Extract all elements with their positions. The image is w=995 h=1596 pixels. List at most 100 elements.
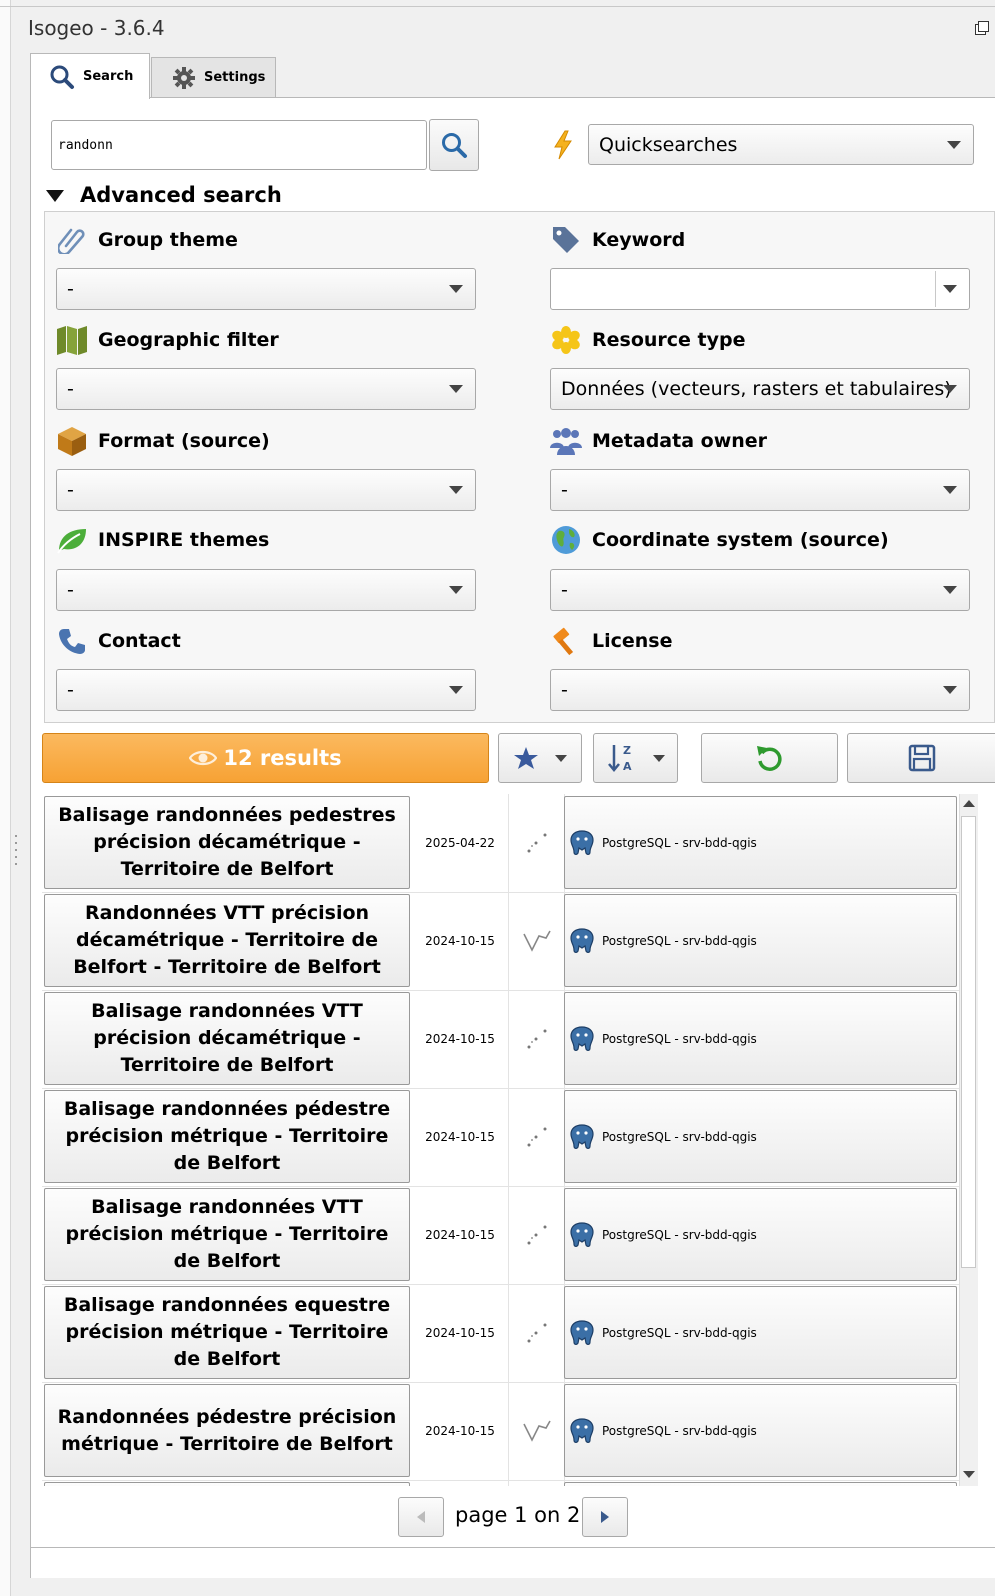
result-date: 2025-04-22 bbox=[412, 794, 509, 892]
result-date: 2024-10-15 bbox=[412, 1382, 509, 1480]
geometry-point-icon bbox=[509, 1088, 565, 1186]
svg-text:A: A bbox=[623, 760, 632, 773]
quicksearches-select[interactable]: Quicksearches bbox=[588, 124, 974, 165]
results-table: Balisage randonnées pedestres précision … bbox=[42, 794, 959, 1486]
result-source-button[interactable]: PostgreSQL - srv-bdd-qgis bbox=[564, 1188, 957, 1281]
search-input[interactable]: randonn bbox=[51, 120, 427, 170]
next-page-button[interactable] bbox=[582, 1497, 628, 1537]
advanced-search-toggle[interactable]: Advanced search bbox=[46, 183, 282, 207]
tag-icon bbox=[550, 224, 582, 256]
save-search-button[interactable] bbox=[847, 733, 995, 783]
result-source-label: PostgreSQL - srv-bdd-qgis bbox=[602, 1325, 757, 1340]
gear-icon bbox=[172, 66, 196, 90]
geometry-point-icon bbox=[509, 990, 565, 1088]
geographic-filter-label: Geographic filter bbox=[56, 324, 279, 356]
scroll-up-icon[interactable] bbox=[963, 800, 975, 807]
result-title-button[interactable]: Balisage randonnées equestre bbox=[44, 1482, 410, 1486]
sort-button[interactable]: ZA bbox=[593, 733, 678, 783]
chevron-down-icon bbox=[449, 285, 463, 293]
contact-select[interactable]: - bbox=[56, 669, 476, 711]
result-title-button[interactable]: Balisage randonnées VTT précision décamé… bbox=[44, 992, 410, 1085]
result-title-button[interactable]: Balisage randonnées equestre précision m… bbox=[44, 1286, 410, 1379]
inspire-themes-select[interactable]: - bbox=[56, 569, 476, 611]
license-text: License bbox=[592, 630, 673, 652]
coordinate-system-select[interactable]: - bbox=[550, 569, 970, 611]
keyword-label: Keyword bbox=[550, 224, 685, 256]
result-source-button[interactable]: PostgreSQL - srv-bdd-qgis bbox=[564, 894, 957, 987]
result-source-button[interactable]: PostgreSQL - srv-bdd-qgis bbox=[564, 796, 957, 889]
postgresql-icon bbox=[567, 1416, 597, 1446]
keyword-select[interactable] bbox=[550, 268, 970, 310]
result-date: 2024-10-15 bbox=[412, 990, 509, 1088]
result-source-label: PostgreSQL - srv-bdd-qgis bbox=[602, 835, 757, 850]
result-source-button[interactable] bbox=[564, 1482, 957, 1486]
result-source-button[interactable]: PostgreSQL - srv-bdd-qgis bbox=[564, 1286, 957, 1379]
reset-icon bbox=[756, 746, 782, 771]
postgresql-icon bbox=[567, 1024, 597, 1054]
result-title-button[interactable]: Randonnées pédestre précision métrique -… bbox=[44, 1384, 410, 1477]
result-date: 2024-10-15 bbox=[412, 1284, 509, 1382]
coordinate-system-value: - bbox=[561, 579, 568, 601]
metadata-owner-select[interactable]: - bbox=[550, 469, 970, 511]
result-source-button[interactable]: PostgreSQL - srv-bdd-qgis bbox=[564, 1384, 957, 1477]
result-source-label: PostgreSQL - srv-bdd-qgis bbox=[602, 1423, 757, 1438]
keyword-text: Keyword bbox=[592, 229, 686, 251]
geometry-line-icon bbox=[509, 1382, 565, 1480]
format-text: Format (source) bbox=[98, 430, 270, 452]
table-row: Balisage randonnées VTT précision métriq… bbox=[42, 1186, 959, 1285]
geometry-point-icon bbox=[509, 794, 565, 892]
geographic-filter-select[interactable]: - bbox=[56, 368, 476, 410]
search-icon bbox=[442, 133, 467, 158]
favorites-button[interactable] bbox=[498, 733, 582, 783]
contact-text: Contact bbox=[98, 630, 181, 652]
geometry-line-icon bbox=[509, 892, 565, 990]
coordinate-system-label: Coordinate system (source) bbox=[550, 524, 889, 556]
result-date bbox=[412, 1480, 509, 1486]
format-select[interactable]: - bbox=[56, 469, 476, 511]
results-scrollbar[interactable] bbox=[959, 794, 978, 1486]
scroll-down-icon[interactable] bbox=[963, 1471, 975, 1478]
result-title-button[interactable]: Balisage randonnées pédestre précision m… bbox=[44, 1090, 410, 1183]
resource-type-text: Resource type bbox=[592, 329, 746, 351]
chevron-down-icon bbox=[449, 686, 463, 694]
result-title-button[interactable]: Randonnées VTT précision décamétrique - … bbox=[44, 894, 410, 987]
result-title-button[interactable]: Balisage randonnées VTT précision métriq… bbox=[44, 1188, 410, 1281]
tab-search-label: Search bbox=[83, 69, 134, 84]
search-button[interactable] bbox=[429, 119, 479, 171]
chevron-down-icon bbox=[449, 385, 463, 393]
result-source-label: PostgreSQL - srv-bdd-qgis bbox=[602, 1031, 757, 1046]
license-select[interactable]: - bbox=[550, 669, 970, 711]
tab-search[interactable]: Search bbox=[30, 53, 150, 99]
previous-page-button[interactable] bbox=[398, 1497, 444, 1537]
group-theme-select[interactable]: - bbox=[56, 268, 476, 310]
metadata-owner-value: - bbox=[561, 479, 568, 501]
resource-type-value: Données (vecteurs, rasters et tabulaires… bbox=[561, 378, 952, 400]
top-border bbox=[0, 6, 995, 7]
result-date: 2024-10-15 bbox=[412, 892, 509, 990]
dock-resize-grip[interactable] bbox=[14, 835, 18, 871]
chevron-down-icon bbox=[947, 140, 961, 149]
format-value: - bbox=[67, 479, 74, 501]
scrollbar-thumb[interactable] bbox=[961, 816, 976, 1268]
geometry-cell bbox=[509, 1480, 565, 1486]
result-source-button[interactable]: PostgreSQL - srv-bdd-qgis bbox=[564, 992, 957, 1085]
result-title-button[interactable]: Balisage randonnées pedestres précision … bbox=[44, 796, 410, 889]
results-button[interactable]: 12 results bbox=[42, 733, 489, 783]
resource-type-select[interactable]: Données (vecteurs, rasters et tabulaires… bbox=[550, 368, 970, 410]
table-row: Balisage randonnées pédestre précision m… bbox=[42, 1088, 959, 1187]
metadata-owner-label: Metadata owner bbox=[550, 425, 767, 457]
table-row: Balisage randonnées equestre bbox=[42, 1480, 959, 1486]
contact-value: - bbox=[67, 679, 74, 701]
globe-icon bbox=[550, 524, 582, 556]
geometry-point-icon bbox=[509, 1284, 565, 1382]
reset-button[interactable] bbox=[701, 733, 838, 783]
box-icon bbox=[56, 425, 88, 457]
tab-settings[interactable]: Settings bbox=[151, 57, 276, 97]
svg-text:Z: Z bbox=[623, 744, 631, 757]
result-source-button[interactable]: PostgreSQL - srv-bdd-qgis bbox=[564, 1090, 957, 1183]
group-theme-value: - bbox=[67, 278, 74, 300]
collapse-triangle-icon bbox=[46, 190, 64, 202]
phone-icon bbox=[56, 625, 88, 657]
table-row: Balisage randonnées pedestres précision … bbox=[42, 794, 959, 893]
restore-window-icon[interactable] bbox=[974, 20, 989, 35]
